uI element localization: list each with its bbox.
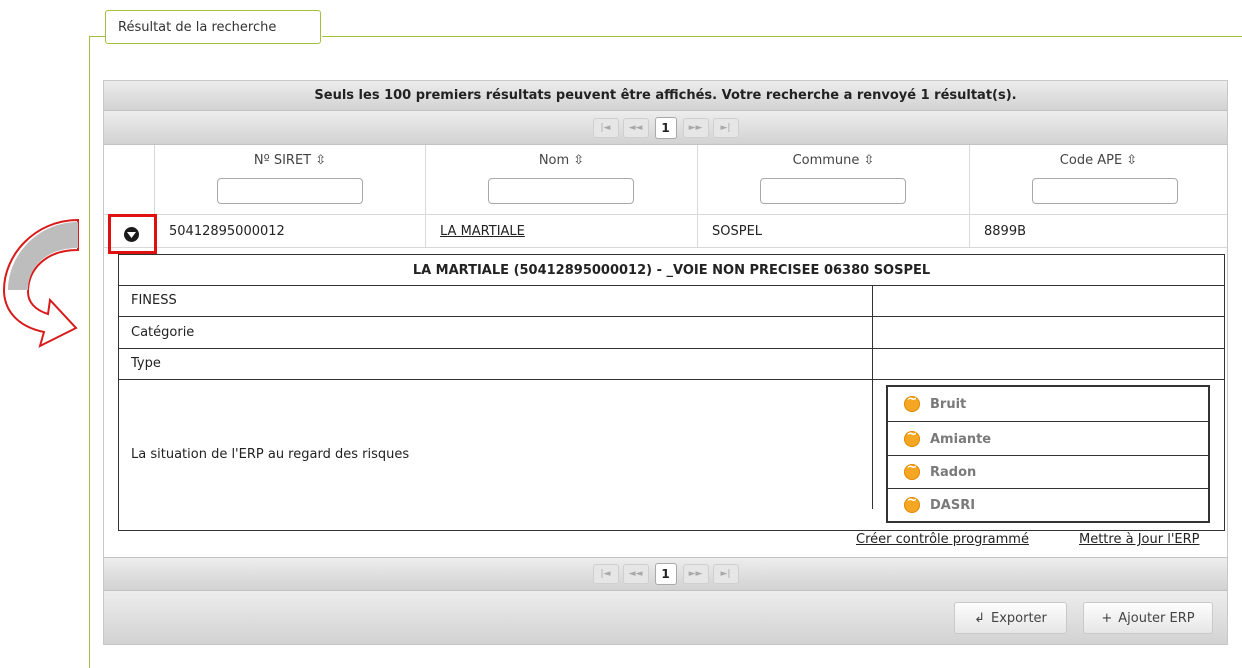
plus-icon: +	[1101, 610, 1113, 626]
risk-label: Bruit	[930, 396, 967, 412]
column-title-siret[interactable]: Nº SIRET ⇳	[155, 153, 425, 168]
risk-status-icon	[904, 427, 920, 447]
column-header-commune[interactable]: Commune ⇳	[698, 145, 970, 215]
nom-filter-input[interactable]	[488, 178, 634, 204]
last-page-button[interactable]: ►|	[712, 564, 739, 584]
fieldset-border-top	[89, 36, 105, 37]
detail-divider	[119, 285, 1224, 286]
cell-siret: 50412895000012	[155, 215, 426, 248]
create-scheduled-control-link[interactable]: Créer contrôle programmé	[856, 532, 1029, 547]
nom-link[interactable]: LA MARTIALE	[440, 224, 525, 239]
fieldset-border-left	[89, 36, 90, 668]
siret-filter-input[interactable]	[217, 178, 363, 204]
risk-status-icon	[904, 493, 920, 513]
last-page-button[interactable]: ►|	[712, 117, 739, 138]
finess-label: FINESS	[131, 293, 177, 308]
expander-header-cell	[104, 145, 155, 215]
paginator-top: |◄ ◄◄ 1 ►► ►|	[104, 111, 1227, 145]
type-label: Type	[131, 356, 161, 371]
fieldset-border-top	[322, 36, 1242, 37]
add-erp-label: Ajouter ERP	[1118, 610, 1195, 626]
export-icon: ↲	[974, 610, 985, 626]
risk-label: DASRI	[930, 497, 976, 513]
annotation-curved-arrow	[2, 218, 79, 348]
table-footer-toolbar: ↲ Exporter + Ajouter ERP	[104, 591, 1227, 644]
column-title-commune[interactable]: Commune ⇳	[698, 153, 969, 168]
detail-divider	[119, 316, 1224, 317]
risk-label: Radon	[930, 464, 977, 480]
risk-label: Amiante	[930, 431, 992, 447]
categorie-label: Catégorie	[131, 325, 195, 340]
fieldset-legend: Résultat de la recherche	[105, 10, 321, 44]
cell-ape: 8899B	[970, 215, 1227, 248]
page-number-button[interactable]: 1	[654, 563, 677, 585]
column-header-ape[interactable]: Code APE ⇳	[970, 145, 1227, 215]
column-title-ape[interactable]: Code APE ⇳	[970, 153, 1227, 168]
risk-status-icon	[904, 392, 920, 412]
prev-page-button[interactable]: ◄◄	[622, 564, 649, 584]
commune-filter-input[interactable]	[760, 178, 906, 204]
risks-list: Bruit Amiante Radon DASRI	[886, 385, 1210, 523]
update-erp-link[interactable]: Mettre à Jour l'ERP	[1079, 532, 1199, 547]
column-header-nom[interactable]: Nom ⇳	[426, 145, 698, 215]
paginator-bottom: |◄ ◄◄ 1 ►► ►|	[104, 557, 1227, 591]
next-page-button[interactable]: ►►	[682, 564, 709, 584]
risk-status-icon	[904, 460, 920, 480]
risks-label: La situation de l'ERP au regard des risq…	[131, 447, 410, 462]
ape-filter-input[interactable]	[1032, 178, 1178, 204]
add-erp-button[interactable]: + Ajouter ERP	[1083, 602, 1213, 634]
row-toggle-chevron-down-icon[interactable]	[124, 227, 139, 242]
detail-title: LA MARTIALE (50412895000012) - _VOIE NON…	[412, 262, 931, 278]
list-item[interactable]: DASRI	[888, 488, 1208, 522]
cell-nom: LA MARTIALE	[426, 215, 698, 248]
cell-commune: SOSPEL	[698, 215, 970, 248]
list-item[interactable]: Radon	[888, 455, 1208, 489]
column-header-siret[interactable]: Nº SIRET ⇳	[155, 145, 426, 215]
next-page-button[interactable]: ►►	[682, 117, 709, 138]
table-caption: Seuls les 100 premiers résultats peuvent…	[104, 81, 1227, 111]
list-item[interactable]: Amiante	[888, 422, 1208, 456]
detail-divider	[119, 379, 1224, 380]
prev-page-button[interactable]: ◄◄	[622, 117, 649, 138]
detail-column-divider	[872, 285, 873, 509]
export-label: Exporter	[991, 610, 1047, 626]
list-item[interactable]: Bruit	[888, 387, 1208, 421]
page-number-button[interactable]: 1	[654, 116, 677, 139]
first-page-button[interactable]: |◄	[592, 564, 619, 584]
first-page-button[interactable]: |◄	[592, 117, 619, 138]
column-title-nom[interactable]: Nom ⇳	[426, 153, 697, 168]
detail-divider	[119, 348, 1224, 349]
export-button[interactable]: ↲ Exporter	[954, 602, 1067, 634]
